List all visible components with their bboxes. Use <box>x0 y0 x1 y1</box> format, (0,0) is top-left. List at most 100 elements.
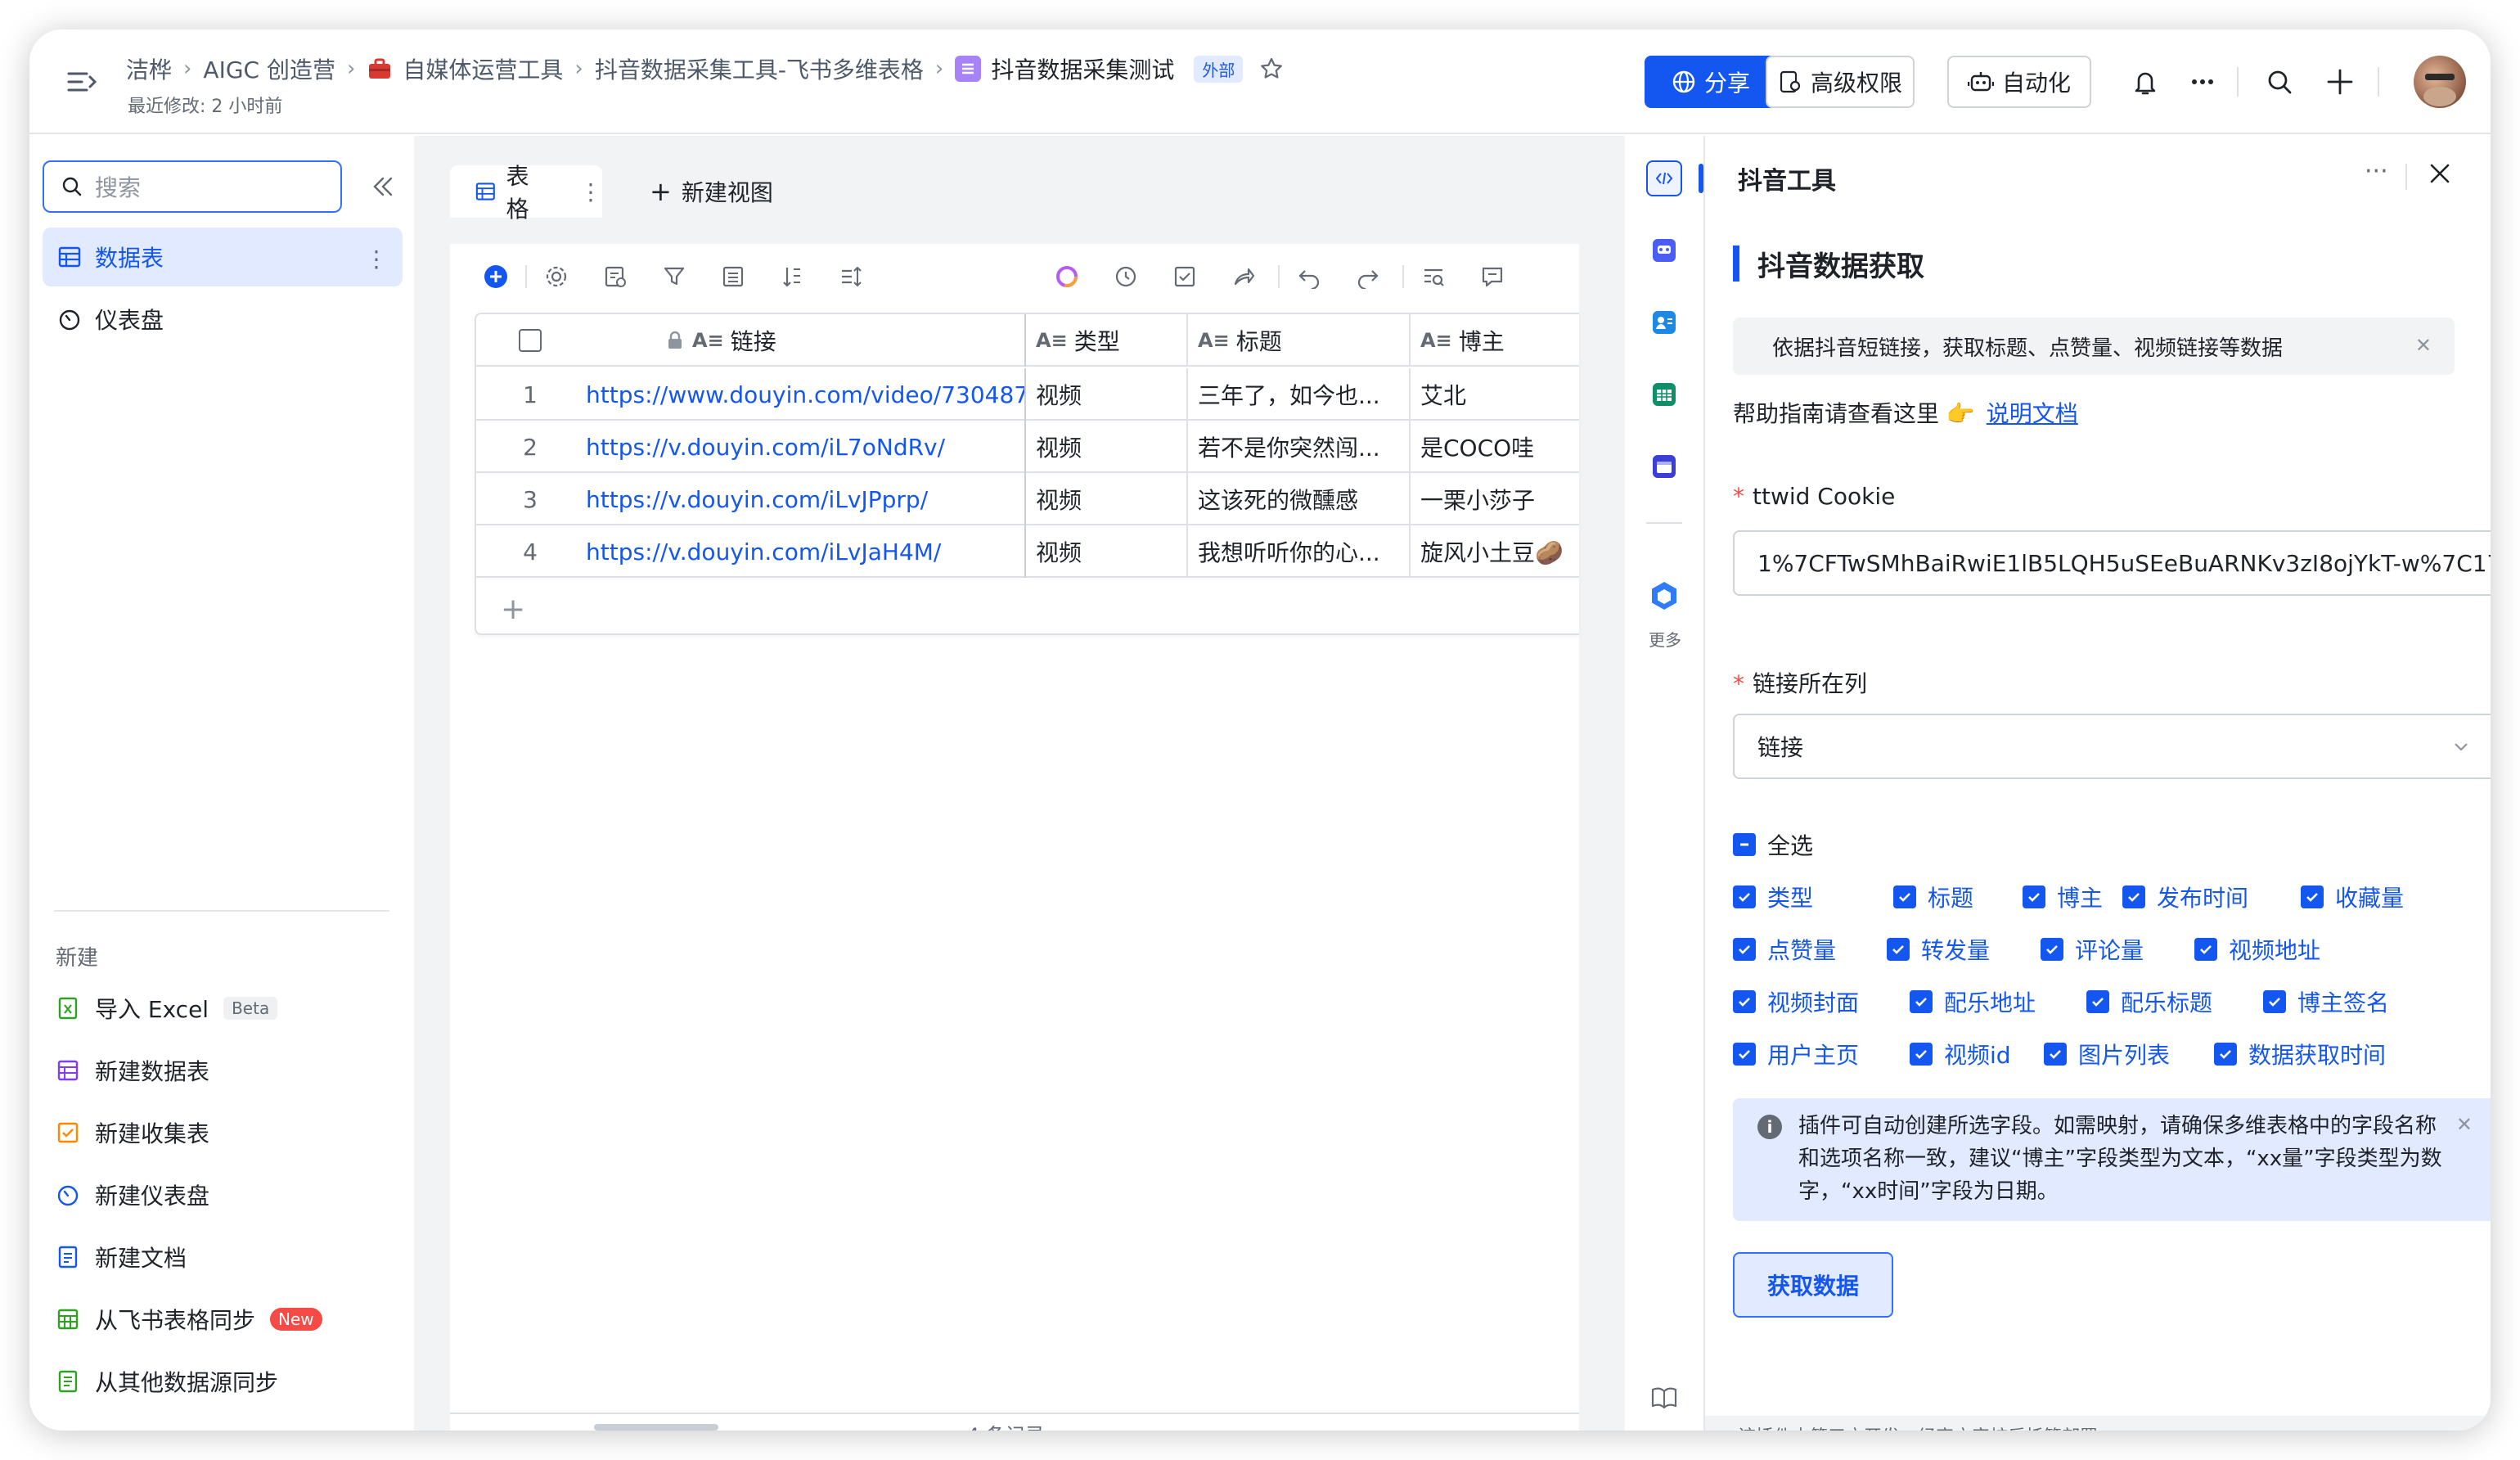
book-icon[interactable] <box>1646 1380 1682 1416</box>
filter-icon[interactable] <box>659 262 689 291</box>
field-checkbox[interactable]: 配乐地址 <box>1910 985 2036 1018</box>
field-checkbox[interactable]: 数据获取时间 <box>2214 1038 2386 1070</box>
tab-grid[interactable]: 表格 ⋮ <box>450 163 602 223</box>
table-row[interactable]: 1 https://www.douyin.com/video/730487...… <box>476 368 1579 421</box>
more-horizontal-icon[interactable] <box>2186 65 2219 98</box>
type-cell[interactable]: 视频 <box>1026 525 1188 578</box>
avatar[interactable] <box>2414 56 2466 108</box>
code-plugin-icon[interactable] <box>1646 160 1682 196</box>
menu-toggle-icon[interactable] <box>65 65 98 98</box>
add-row-icon[interactable]: + <box>501 593 525 626</box>
close-icon[interactable]: ✕ <box>2456 1108 2473 1141</box>
type-cell[interactable]: 视频 <box>1026 368 1188 421</box>
new-dashboard-button[interactable]: 新建仪表盘 <box>56 1175 209 1214</box>
author-cell[interactable]: 旋风小土豆🥔 <box>1411 525 1579 578</box>
field-checkbox[interactable]: 视频封面 <box>1733 985 1859 1018</box>
column-header-type[interactable]: A≡ 类型 <box>1026 314 1188 367</box>
sidebar-item-dashboard[interactable]: 仪表盘 <box>43 290 403 349</box>
settings-icon[interactable] <box>542 262 571 291</box>
field-checkbox[interactable]: 视频id <box>1910 1038 2011 1070</box>
select-all-cell[interactable] <box>476 314 584 367</box>
select-all-checkbox[interactable] <box>519 329 542 352</box>
link-cell[interactable]: https://www.douyin.com/video/730487... <box>584 368 1026 421</box>
sidebar-item-datatable[interactable]: 数据表 ⋮ <box>43 228 403 286</box>
field-checkbox[interactable]: 博主 <box>2023 881 2103 913</box>
bot-plugin-icon[interactable] <box>1646 232 1682 268</box>
more-horizontal-icon[interactable]: ··· <box>2365 157 2388 186</box>
field-checkbox[interactable]: 用户主页 <box>1733 1038 1859 1070</box>
table-row[interactable]: 4 https://v.douyin.com/iLvJaH4M/ 视频 我想听听… <box>476 525 1579 578</box>
breadcrumb-item[interactable]: 自媒体运营工具 <box>403 52 563 85</box>
author-cell[interactable]: 一栗小莎子 <box>1411 473 1579 525</box>
undo-icon[interactable] <box>1294 262 1324 291</box>
row-height-icon[interactable] <box>836 262 866 291</box>
share-view-icon[interactable] <box>1229 262 1258 291</box>
import-excel-button[interactable]: 导入 Excel Beta <box>56 989 278 1028</box>
close-icon[interactable]: ✕ <box>2415 334 2432 357</box>
permissions-button[interactable]: 高级权限 <box>1766 56 1915 108</box>
new-table-button[interactable]: 新建数据表 <box>56 1051 209 1090</box>
search-input[interactable]: 搜索 <box>43 160 342 213</box>
calendar-plugin-icon[interactable] <box>1646 448 1682 484</box>
find-icon[interactable] <box>1419 262 1448 291</box>
link-column-select[interactable]: 链接 <box>1733 714 2491 779</box>
type-cell[interactable]: 视频 <box>1026 473 1188 525</box>
field-checkbox[interactable]: 评论量 <box>2041 933 2144 966</box>
field-checkbox[interactable]: 配乐标题 <box>2086 985 2212 1018</box>
field-checkbox[interactable]: 视频地址 <box>2194 933 2320 966</box>
history-icon[interactable] <box>1111 262 1141 291</box>
table-row[interactable]: 3 https://v.douyin.com/iLvJPprp/ 视频 这该死的… <box>476 473 1579 525</box>
title-cell[interactable]: 我想听听你的心... <box>1188 525 1411 578</box>
title-cell[interactable]: 若不是你突然闯... <box>1188 421 1411 473</box>
new-doc-button[interactable]: 新建文档 <box>56 1237 187 1277</box>
new-form-button[interactable]: 新建收集表 <box>56 1113 209 1152</box>
field-checkbox[interactable]: 标题 <box>1893 881 1973 913</box>
column-header-link[interactable]: A≡ 链接 <box>584 314 1026 367</box>
breadcrumb-item[interactable]: 抖音数据采集工具-飞书多维表格 <box>595 52 924 85</box>
checklist-icon[interactable] <box>1170 262 1199 291</box>
link-cell[interactable]: https://v.douyin.com/iLvJaH4M/ <box>584 525 1026 578</box>
field-checkbox[interactable]: 转发量 <box>1887 933 1990 966</box>
close-icon[interactable] <box>2425 159 2455 188</box>
contact-plugin-icon[interactable] <box>1646 304 1682 340</box>
horizontal-scrollbar[interactable] <box>594 1424 718 1431</box>
field-checkbox[interactable]: 点赞量 <box>1733 933 1836 966</box>
more-vertical-icon[interactable]: ⋮ <box>579 178 602 205</box>
more-vertical-icon[interactable]: ⋮ <box>365 246 388 273</box>
field-checkbox[interactable]: 图片列表 <box>2044 1038 2170 1070</box>
fetch-data-button[interactable]: 获取数据 <box>1733 1252 1893 1318</box>
cookie-input[interactable]: 1%7CFTwSMhBaiRwiE1lB5LQH5uSEeBuARNKv3zI8… <box>1733 530 2491 596</box>
automation-button[interactable]: 自动化 <box>1947 56 2091 108</box>
title-cell[interactable]: 这该死的微醺感 <box>1188 473 1411 525</box>
share-button[interactable]: 分享 <box>1645 56 1777 108</box>
redo-icon[interactable] <box>1353 262 1383 291</box>
breadcrumb-item[interactable]: 洁桦 <box>126 52 172 85</box>
author-cell[interactable]: 是COCO哇 <box>1411 421 1579 473</box>
collapse-sidebar-icon[interactable] <box>367 170 399 203</box>
search-icon[interactable] <box>2263 65 2296 98</box>
breadcrumb-current[interactable]: 抖音数据采集测试 <box>991 52 1174 85</box>
type-cell[interactable]: 视频 <box>1026 421 1188 473</box>
title-cell[interactable]: 三年了，如今也... <box>1188 368 1411 421</box>
column-header-author[interactable]: A≡ 博主 <box>1411 314 1579 367</box>
field-config-icon[interactable] <box>601 262 630 291</box>
link-cell[interactable]: https://v.douyin.com/iL7oNdRv/ <box>584 421 1026 473</box>
star-icon[interactable] <box>1259 56 1284 81</box>
field-checkbox[interactable]: 博主签名 <box>2263 985 2389 1018</box>
add-record-icon[interactable] <box>481 262 511 291</box>
select-all-checkbox[interactable]: 全选 <box>1733 828 1813 861</box>
table-row[interactable]: 2 https://v.douyin.com/iL7oNdRv/ 视频 若不是你… <box>476 421 1579 473</box>
sync-sheet-button[interactable]: 从飞书表格同步 New <box>56 1300 322 1339</box>
author-cell[interactable]: 艾北 <box>1411 368 1579 421</box>
column-header-title[interactable]: A≡ 标题 <box>1188 314 1411 367</box>
sync-datasource-button[interactable]: 从其他数据源同步 <box>56 1362 278 1401</box>
bell-icon[interactable] <box>2129 65 2162 98</box>
guide-doc-link[interactable]: 说明文档 <box>1987 396 2078 429</box>
sort-icon[interactable] <box>777 262 807 291</box>
plus-icon[interactable] <box>2324 65 2356 98</box>
field-checkbox[interactable]: 发布时间 <box>2122 881 2248 913</box>
group-icon[interactable] <box>718 262 748 291</box>
more-plugins-icon[interactable] <box>1646 578 1682 614</box>
field-checkbox[interactable]: 类型 <box>1733 881 1813 913</box>
ai-assistant-icon[interactable] <box>1052 262 1082 291</box>
